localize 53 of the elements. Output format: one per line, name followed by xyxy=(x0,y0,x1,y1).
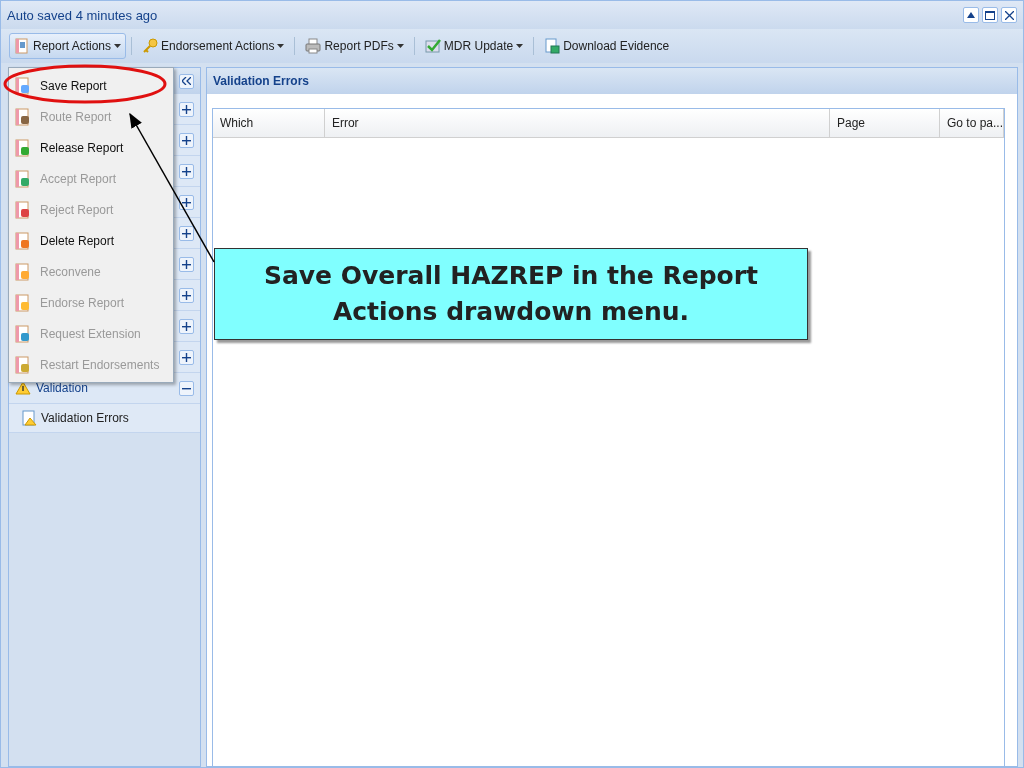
collapse-button[interactable] xyxy=(178,380,194,396)
window-title: Auto saved 4 minutes ago xyxy=(7,7,159,23)
menu-item[interactable]: Release Report xyxy=(9,132,173,163)
expand-button[interactable] xyxy=(178,287,194,303)
caret-icon xyxy=(396,44,404,48)
collapse-button[interactable] xyxy=(963,7,979,23)
collapse-panel-button[interactable] xyxy=(178,73,194,89)
caret-icon xyxy=(114,44,122,48)
caret-icon xyxy=(516,44,524,48)
printer-icon xyxy=(305,38,322,54)
toolbar-button[interactable]: MDR Update xyxy=(419,33,529,59)
column-header[interactable]: Which xyxy=(212,109,325,137)
plus-icon xyxy=(181,259,191,269)
close-button[interactable] xyxy=(1001,7,1017,23)
column-header[interactable]: Error xyxy=(324,109,830,137)
expand-button[interactable] xyxy=(178,349,194,365)
maximize-icon xyxy=(985,10,995,20)
menu-item[interactable]: Delete Report xyxy=(9,225,173,256)
warning-icon xyxy=(15,381,31,395)
toolbar-button[interactable]: Download Evidence xyxy=(539,33,675,59)
expand-button[interactable] xyxy=(178,318,194,334)
key-icon xyxy=(142,38,159,54)
plus-icon xyxy=(181,352,191,362)
callout-box: Save Overall HAZREP in the Report Actions drawdown menu. xyxy=(214,248,808,340)
expand-button[interactable] xyxy=(178,256,194,272)
report-icon xyxy=(14,38,30,54)
plus-icon xyxy=(181,197,191,207)
panel-title: Validation Errors xyxy=(206,68,1017,94)
up-arrow-icon xyxy=(967,12,975,18)
double-chevron-icon xyxy=(181,77,191,85)
document-warning-icon xyxy=(21,410,37,426)
plus-icon xyxy=(181,166,191,176)
toolbar-button[interactable]: Endorsement Actions xyxy=(137,33,290,59)
menu-item[interactable]: Save Report xyxy=(9,70,173,101)
column-header[interactable]: Go to pa... xyxy=(939,109,1004,137)
check-icon xyxy=(424,38,441,54)
toolbar-button[interactable]: Report Actions xyxy=(9,33,127,59)
expand-button[interactable] xyxy=(178,132,194,148)
expand-button[interactable] xyxy=(178,163,194,179)
plus-icon xyxy=(181,321,191,331)
plus-icon xyxy=(181,104,191,114)
close-icon xyxy=(1004,10,1014,20)
expand-button[interactable] xyxy=(178,194,194,210)
caret-icon xyxy=(277,44,285,48)
plus-icon xyxy=(181,135,191,145)
plus-icon xyxy=(181,228,191,238)
document-icon xyxy=(544,38,561,54)
toolbar-button[interactable]: Report PDFs xyxy=(300,33,409,59)
expand-button[interactable] xyxy=(178,225,194,241)
maximize-button[interactable] xyxy=(982,7,998,23)
column-header[interactable]: Page xyxy=(829,109,940,137)
expand-button[interactable] xyxy=(178,101,194,117)
plus-icon xyxy=(181,290,191,300)
